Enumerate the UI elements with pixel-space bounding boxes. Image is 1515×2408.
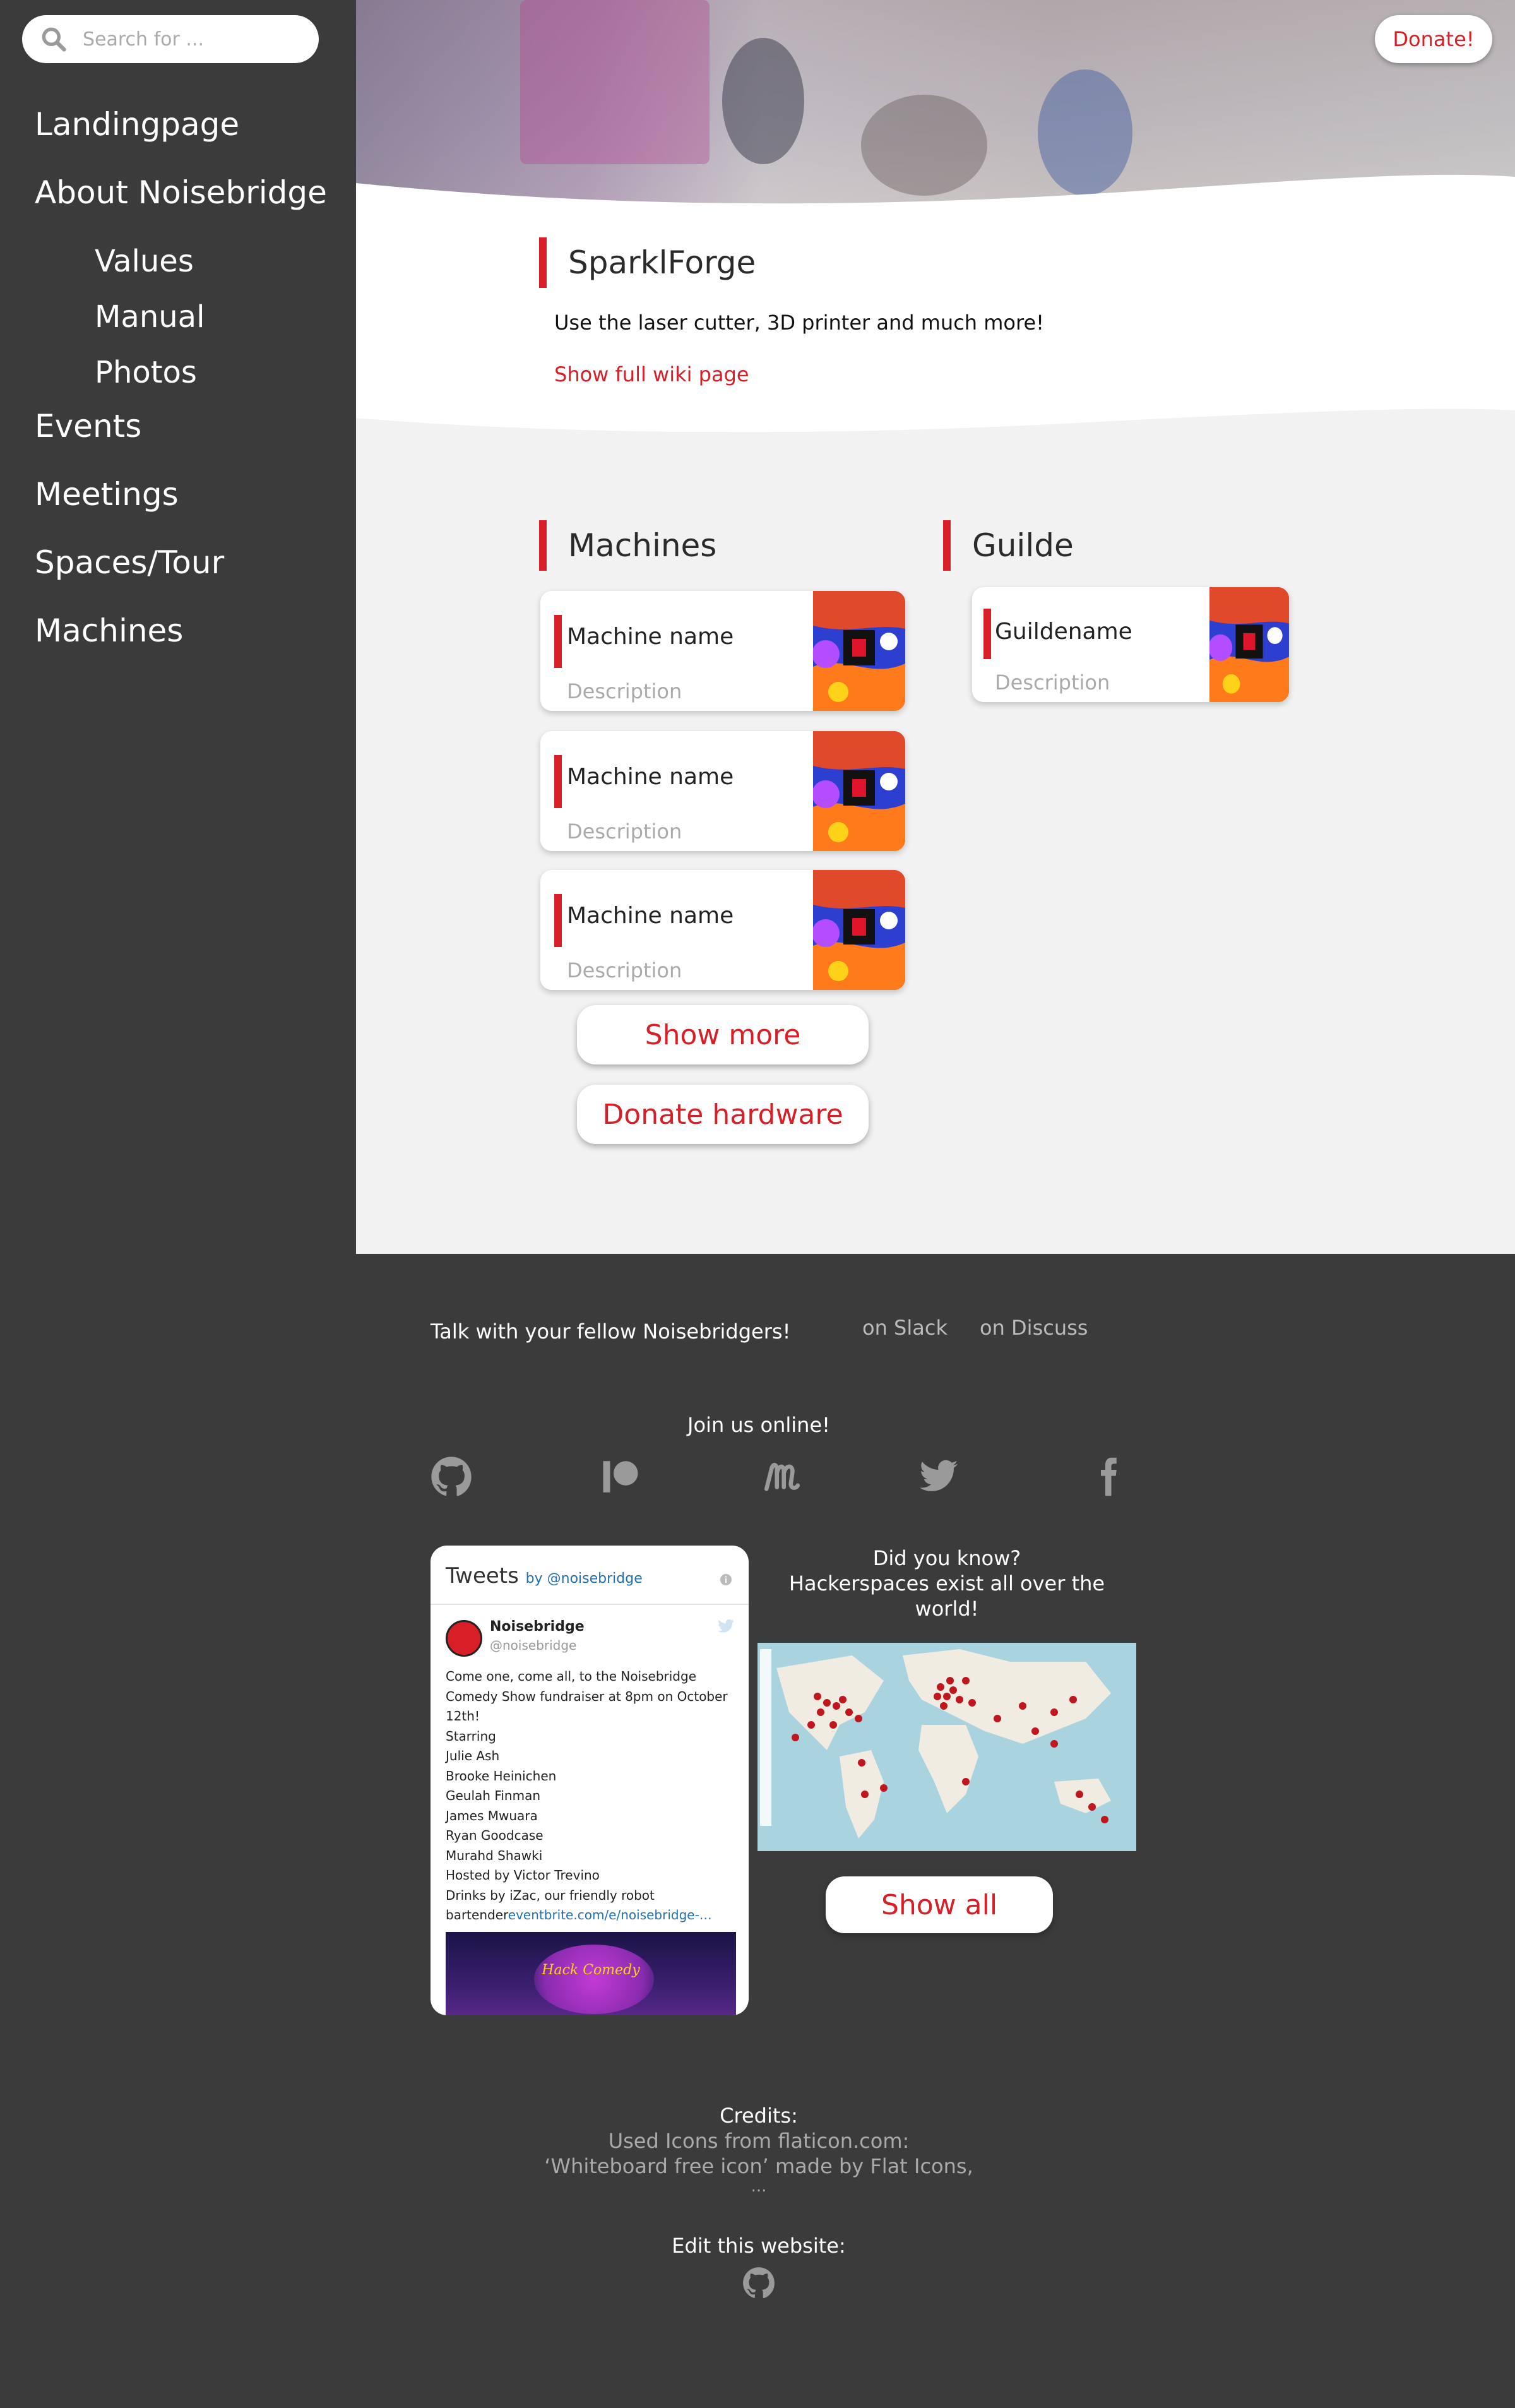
talk-text: Talk with your fellow Noisebridgers! [431,1320,791,1344]
tweet-line: Murahd Shawki [446,1847,543,1863]
machine-name: Machine name [567,624,734,650]
github-icon[interactable] [742,2267,775,2299]
nav-item-landingpage[interactable]: Landingpage [35,106,239,143]
tweet-handle[interactable]: @noisebridge [490,1638,576,1653]
page-title-text: SparklForge [568,244,756,281]
hackerspaces-map[interactable] [758,1643,1136,1851]
join-text: Join us online! [687,1413,830,1437]
hackerspaces-text: Hackerspaces exist all over the world! [788,1571,1105,1621]
card-accent [983,609,991,659]
tweet-body: Come one, come all, to the Noisebridge C… [446,1667,742,1926]
intro-wave [356,408,1515,456]
donate-hardware-button[interactable]: Donate hardware [577,1085,869,1144]
divider [431,1604,749,1605]
credits-line: Used Icons from flaticon.com: [608,2129,910,2153]
twitter-widget[interactable]: Tweets by @noisebridge Noisebridge @nois… [431,1546,749,2015]
guilde-thumbnail [1209,587,1289,702]
tweets-header: Tweets by @noisebridge [446,1563,643,1588]
card-accent [554,755,562,808]
card-accent [554,615,562,668]
intro-section: SparklForge Use the laser cutter, 3D pri… [356,215,1515,456]
credits-line: ‘Whiteboard free icon’ made by Flat Icon… [544,2154,973,2178]
machine-card[interactable]: Machine name Description [540,731,905,851]
page-title: SparklForge [539,237,756,288]
nav-subitem-photos[interactable]: Photos [95,355,197,390]
didyouknow-title: Did you know? [872,1546,1021,1570]
tweet-line: Starring [446,1728,496,1744]
credits-title: Credits: [720,2104,798,2128]
credits-line: ... [751,2177,767,2196]
tweet-line: James Mwuara [446,1808,538,1823]
search-icon [42,27,66,52]
guilde-heading-text: Guilde [972,527,1074,564]
tweet-image-sun [534,1945,654,2014]
facebook-icon[interactable] [1087,1456,1129,1498]
machine-thumbnail [813,591,905,711]
tweets-by[interactable]: by @noisebridge [526,1571,643,1587]
nav-subitem-values[interactable]: Values [95,244,194,279]
nav-item-machines[interactable]: Machines [35,612,183,649]
tweet-line: bartendereventbrite.com/e/noisebridge-… [446,1905,742,1926]
meetup-icon[interactable] [761,1456,803,1498]
machines-heading-text: Machines [568,527,717,564]
machine-thumbnail [813,731,905,851]
tweet-image-text: Hack Comedy [542,1962,640,1978]
tweet-line: Geulah Finman [446,1788,541,1803]
machine-name: Machine name [567,903,734,929]
tweet-line: Hosted by Victor Trevino [446,1868,600,1883]
header-image: Donate! [356,0,1515,215]
show-all-button[interactable]: Show all [826,1876,1053,1933]
avatar[interactable] [446,1620,482,1657]
tweet-image[interactable]: Hack Comedy [446,1932,736,2015]
machine-card[interactable]: Machine name Description [540,591,905,711]
twitter-bird-icon [718,1619,734,1633]
tweets-title: Tweets [446,1563,519,1588]
edit-text: Edit this website: [672,2234,846,2258]
twitter-icon[interactable] [918,1456,960,1498]
tweet-line: Ryan Goodcase [446,1828,544,1843]
guilde-heading: Guilde [943,520,1074,571]
tweet-link[interactable]: eventbrite.com/e/noisebridge-… [508,1907,712,1922]
sidebar: Landingpage About Noisebridge Values Man… [0,0,356,2408]
github-icon[interactable] [431,1456,472,1498]
guilde-name: Guildename [995,619,1132,645]
slack-link[interactable]: on Slack [862,1316,948,1340]
machine-thumbnail [813,870,905,990]
nav-item-events[interactable]: Events [35,408,141,444]
show-wiki-link[interactable]: Show full wiki page [554,362,749,386]
discuss-link[interactable]: on Discuss [980,1316,1088,1340]
tweet-line: Drinks by iZac, our friendly robot [446,1887,655,1903]
patreon-icon[interactable] [600,1456,641,1498]
card-accent [554,894,562,947]
machine-description: Description [567,820,682,843]
guilde-description: Description [995,671,1110,694]
search-box[interactable] [22,15,319,63]
machine-name: Machine name [567,764,734,790]
tweet-line: Come one, come all, to the Noisebridge C… [446,1669,728,1724]
search-input[interactable] [83,28,297,51]
nav-item-about[interactable]: About Noisebridge [35,174,327,211]
intro-text: Use the laser cutter, 3D printer and muc… [554,311,1044,335]
tweet-line: Brooke Heinichen [446,1768,557,1784]
tweet-user[interactable]: Noisebridge [490,1619,585,1635]
show-more-button[interactable]: Show more [577,1005,869,1064]
machine-description: Description [567,679,682,703]
info-icon[interactable] [720,1573,732,1586]
donate-button[interactable]: Donate! [1375,15,1492,63]
nav-subitem-manual[interactable]: Manual [95,299,205,335]
machines-heading: Machines [539,520,716,571]
nav-item-meetings[interactable]: Meetings [35,476,179,513]
guilde-card[interactable]: Guildename Description [972,587,1289,702]
footer: Talk with your fellow Noisebridgers! on … [356,1254,1515,2408]
tweet-text: bartender [446,1907,508,1922]
machine-card[interactable]: Machine name Description [540,870,905,990]
nav-item-spaces-tour[interactable]: Spaces/Tour [35,544,224,581]
machine-description: Description [567,958,682,982]
world-map [758,1643,1136,1851]
tweet-line: Julie Ash [446,1748,500,1763]
hero-wave [356,174,1515,215]
